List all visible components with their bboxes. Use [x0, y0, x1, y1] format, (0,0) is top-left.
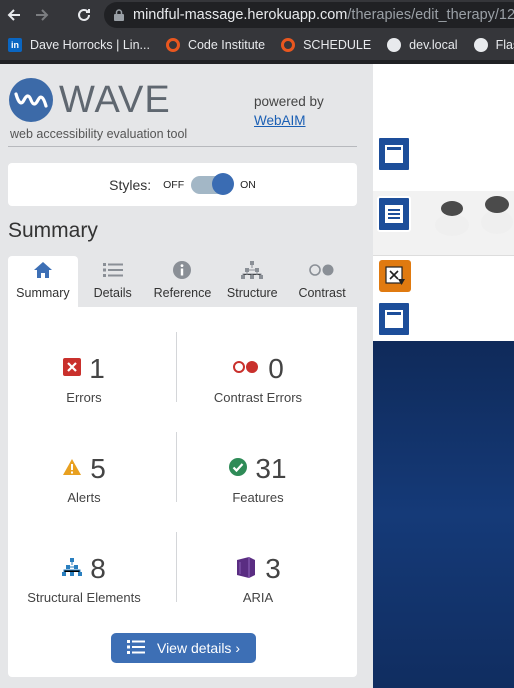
- hierarchy-icon: [241, 260, 264, 280]
- summary-heading: Summary: [8, 219, 98, 242]
- bookmark-label: Dave Horrocks | Lin...: [30, 38, 150, 52]
- list-icon: [126, 639, 145, 657]
- wave-logo[interactable]: WAVE: [9, 78, 171, 122]
- tab-reference[interactable]: Reference: [148, 256, 218, 307]
- stat-structural-elements[interactable]: 8 Structural Elements: [0, 552, 174, 605]
- contrast-errors-label: Contrast Errors: [213, 390, 303, 405]
- styles-toggle-box: Styles: OFF ON: [8, 163, 357, 206]
- address-bar[interactable]: mindful-massage.herokuapp.com/therapies/…: [104, 2, 514, 28]
- lock-icon: [114, 9, 124, 21]
- wave-logo-icon: [9, 78, 53, 122]
- powered-by-label: powered by: [254, 94, 324, 109]
- globe-icon: [473, 38, 488, 52]
- stone-image: [435, 214, 469, 236]
- bookmark-code-institute[interactable]: Code Institute: [165, 38, 266, 52]
- page-hero-background: [373, 341, 514, 688]
- view-details-button[interactable]: View details ›: [111, 633, 256, 663]
- home-icon: [33, 260, 53, 280]
- divider: [373, 255, 514, 256]
- bookmarks-bar: in Dave Horrocks | Lin... Code Institute…: [0, 30, 514, 60]
- bookmark-label: Code Institute: [187, 38, 266, 52]
- wave-logo-text: WAVE: [59, 78, 171, 121]
- back-arrow-icon[interactable]: [0, 0, 28, 30]
- code-institute-icon: [281, 38, 296, 52]
- url-domain: mindful-massage.herokuapp.com: [133, 7, 348, 23]
- wave-structure-icon[interactable]: [377, 136, 411, 172]
- tab-label: Structure: [226, 286, 278, 300]
- wave-structure-icon[interactable]: [377, 196, 411, 232]
- webaim-link[interactable]: WebAIM: [254, 113, 306, 128]
- features-label: Features: [232, 490, 284, 505]
- panel-tabs: Summary Details Reference Structure Cont…: [8, 256, 357, 307]
- view-details-label: View details ›: [156, 640, 240, 656]
- tab-details[interactable]: Details: [78, 256, 148, 307]
- errors-count: 1: [89, 353, 105, 384]
- list-icon: [102, 260, 123, 280]
- code-institute-icon: [165, 38, 180, 52]
- stone-image: [441, 201, 463, 216]
- globe-icon: [387, 38, 402, 52]
- tab-label: Summary: [16, 286, 70, 300]
- tab-label: Reference: [153, 286, 212, 300]
- divider: [8, 146, 357, 147]
- tab-structure[interactable]: Structure: [217, 256, 287, 307]
- contrast-errors-count: 0: [268, 353, 284, 384]
- tab-label: Details: [93, 286, 132, 300]
- stone-image: [485, 196, 509, 213]
- error-icon: [63, 357, 82, 381]
- bookmark-dev-local[interactable]: dev.local: [387, 38, 458, 52]
- bookmark-schedule[interactable]: SCHEDULE: [281, 38, 371, 52]
- tab-summary[interactable]: Summary: [8, 256, 78, 307]
- stat-features[interactable]: 31 Features: [168, 452, 348, 505]
- stone-image: [481, 210, 513, 234]
- summary-card: 1 Errors 0 Contrast Errors 5 Alerts 31 F…: [8, 307, 357, 677]
- tab-contrast[interactable]: Contrast: [287, 256, 357, 307]
- feature-check-icon: [229, 457, 248, 481]
- alerts-count: 5: [90, 453, 106, 484]
- tab-label: Contrast: [298, 286, 346, 300]
- contrast-error-icon: [232, 360, 260, 379]
- errors-label: Errors: [66, 390, 102, 405]
- wave-error-flag-icon[interactable]: [379, 260, 411, 292]
- bookmark-flask[interactable]: Flask L: [473, 38, 514, 52]
- stat-alerts[interactable]: 5 Alerts: [0, 452, 174, 505]
- alerts-label: Alerts: [67, 490, 101, 505]
- structural-count: 8: [90, 553, 106, 584]
- info-icon: [172, 260, 192, 280]
- analyzed-page: [373, 64, 514, 688]
- wave-tagline: web accessibility evaluation tool: [10, 127, 188, 141]
- toggle-knob: [212, 172, 235, 195]
- aria-cube-icon: [235, 556, 257, 583]
- structure-icon: [62, 557, 83, 581]
- stat-aria[interactable]: 3 ARIA: [168, 552, 348, 605]
- forward-arrow-icon[interactable]: [28, 0, 56, 30]
- styles-toggle[interactable]: [191, 172, 235, 195]
- bookmark-label: Flask L: [495, 38, 514, 52]
- reload-icon[interactable]: [70, 0, 98, 30]
- stat-contrast-errors[interactable]: 0 Contrast Errors: [168, 352, 348, 405]
- bookmark-label: dev.local: [409, 38, 458, 52]
- url-path: /therapies/edit_therapy/12: [347, 7, 514, 23]
- bookmark-linkedin[interactable]: in Dave Horrocks | Lin...: [8, 38, 150, 52]
- styles-on-label: ON: [240, 178, 256, 191]
- styles-label: Styles:: [109, 176, 152, 193]
- structural-label: Structural Elements: [27, 590, 141, 605]
- wave-structure-icon[interactable]: [377, 301, 411, 337]
- linkedin-icon: in: [8, 38, 22, 52]
- alert-icon: [62, 458, 82, 481]
- aria-label: ARIA: [242, 590, 274, 605]
- bookmark-label: SCHEDULE: [303, 38, 372, 52]
- styles-off-label: OFF: [163, 178, 185, 191]
- wave-sidebar: WAVE web accessibility evaluation tool p…: [0, 64, 373, 688]
- browser-toolbar: mindful-massage.herokuapp.com/therapies/…: [0, 0, 514, 30]
- contrast-icon: [309, 260, 335, 280]
- features-count: 31: [255, 453, 287, 484]
- aria-count: 3: [265, 553, 281, 584]
- stat-errors[interactable]: 1 Errors: [0, 352, 174, 405]
